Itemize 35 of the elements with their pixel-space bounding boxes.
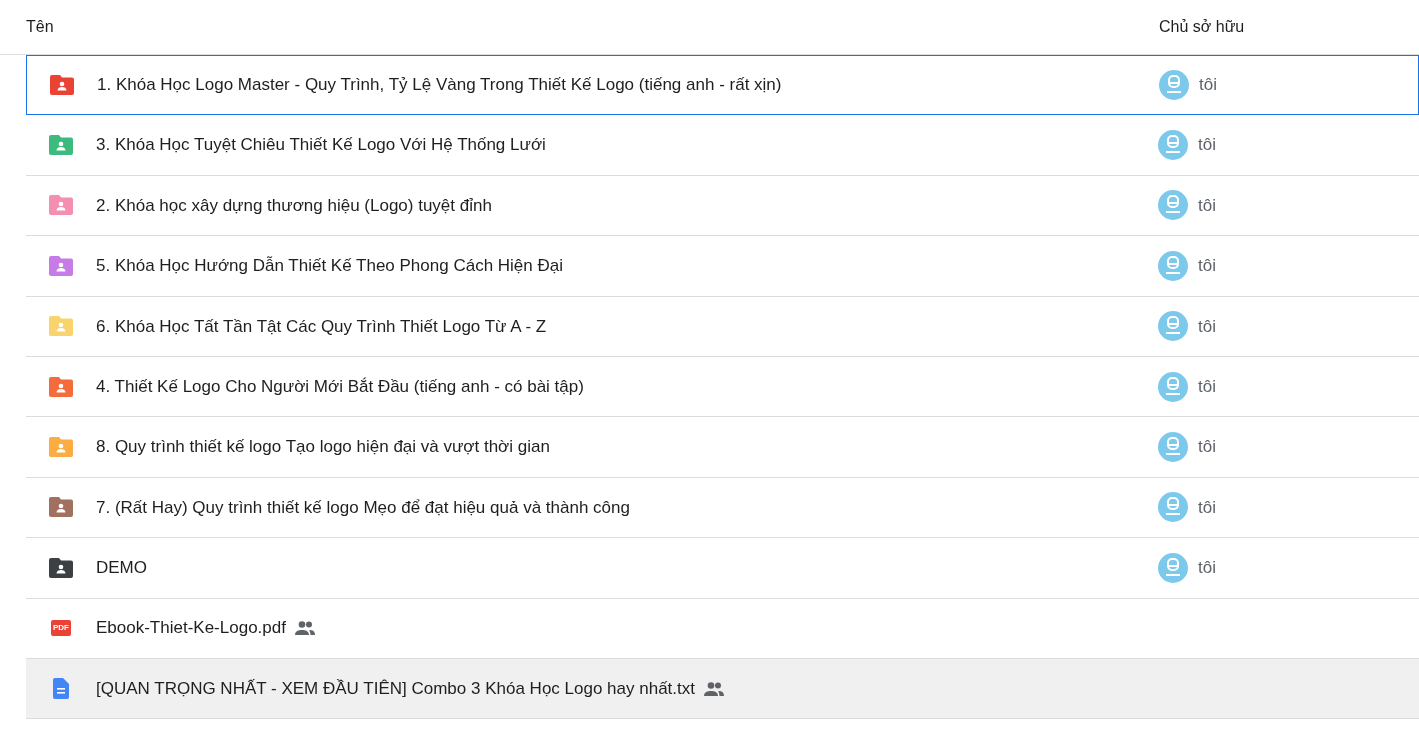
file-name: 6. Khóa Học Tất Tần Tật Các Quy Trình Thiết Logo Từ A - Z	[96, 315, 547, 338]
owner-name: tôi	[1198, 255, 1216, 278]
owner-name: tôi	[1198, 557, 1216, 580]
file-name: 1. Khóa Học Logo Master - Quy Trình, Tỷ Lệ Vàng Trong Thiết Kế Logo (tiếng anh - rất xịn)	[97, 74, 782, 97]
avatar-icon	[1158, 432, 1188, 463]
owner-name: tôi	[1199, 74, 1217, 97]
owner-name: tôi	[1198, 315, 1216, 338]
file-row[interactable]: [QUAN TRỌNG NHẤT - XEM ĐẦU TIÊN] Combo 3 Khóa Học Logo hay nhất.txt	[26, 658, 1419, 720]
owner-name: tôi	[1198, 375, 1216, 398]
owner-name: tôi	[1198, 436, 1216, 459]
pdf-icon: PDF	[51, 620, 71, 637]
column-header[interactable]: Chủ sở hữu	[1159, 15, 1245, 39]
file-row[interactable]: 1. Khóa Học Logo Master - Quy Trình, Tỷ Lệ Vàng Trong Thiết Kế Logo (tiếng anh - rất xịn) tôi	[26, 55, 1419, 116]
avatar-icon	[1158, 492, 1188, 523]
avatar-icon	[1158, 190, 1188, 221]
file-name: 5. Khóa Học Hướng Dẫn Thiết Kế Theo Phong Cách Hiện Đại	[96, 255, 563, 278]
avatar-icon	[1158, 250, 1188, 281]
owner-name: tôi	[1198, 134, 1216, 157]
file-name: DEMO	[96, 557, 147, 580]
file-name: Ebook-Thiet-Ke-Logo.pdf	[96, 617, 286, 640]
avatar-icon	[1159, 70, 1189, 101]
owner-name: tôi	[1198, 194, 1216, 217]
file-name: 2. Khóa học xây dựng thương hiệu (Logo) tuyệt đỉnh	[96, 194, 492, 217]
document-icon	[53, 678, 69, 700]
avatar-icon	[1158, 130, 1188, 161]
file-name: 3. Khóa Học Tuyệt Chiêu Thiết Kế Logo Với Hệ Thống Lưới	[96, 134, 546, 157]
file-name: 7. (Rất Hay) Quy trình thiết kế logo Mẹo để đạt hiệu quả và thành công	[96, 496, 630, 519]
avatar-icon	[1158, 311, 1188, 342]
avatar-icon	[1158, 552, 1188, 583]
column-header[interactable]: Tên	[26, 15, 1159, 39]
file-name: 8. Quy trình thiết kế logo Tạo logo hiện đại và vượt thời gian	[96, 436, 550, 459]
avatar-icon	[1158, 371, 1188, 402]
file-name: 4. Thiết Kế Logo Cho Người Mới Bắt Đầu (tiếng anh - có bài tập)	[96, 375, 584, 398]
file-name: [QUAN TRỌNG NHẤT - XEM ĐẦU TIÊN] Combo 3 Khóa Học Logo hay nhất.txt	[96, 677, 695, 700]
owner-name: tôi	[1198, 496, 1216, 519]
